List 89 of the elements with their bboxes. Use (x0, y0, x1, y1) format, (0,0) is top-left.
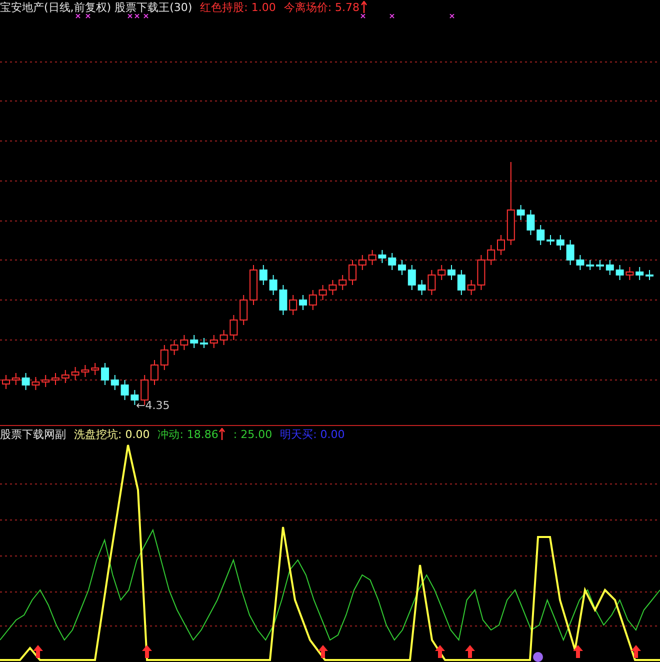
candlestick (180, 334, 188, 350)
cross-marker-icon (76, 14, 80, 18)
candlestick (279, 284, 288, 316)
candlestick (250, 264, 258, 306)
candlestick (12, 372, 20, 386)
candlestick (200, 338, 208, 348)
candlestick (259, 264, 268, 286)
candlestick (110, 374, 119, 390)
candlestick (636, 266, 644, 280)
up-arrow-icon (142, 645, 152, 658)
candlestick (457, 270, 466, 296)
chart-title: 宝安地产(日线,前复权) 股票下载王(30) (0, 0, 192, 14)
candlestick (526, 210, 535, 236)
candlestick (81, 364, 90, 378)
indicator-title: 股票下载网副 (0, 428, 66, 440)
candlestick (338, 274, 347, 290)
indicator-value: 明天买: 0.00 (280, 428, 345, 440)
candlestick (210, 334, 218, 348)
cross-marker-icon (144, 14, 148, 18)
candlestick (566, 240, 574, 266)
candlestick (418, 280, 426, 296)
candlestick (150, 360, 158, 386)
candlestick (646, 270, 654, 280)
candlestick (556, 234, 564, 250)
candlestick (626, 266, 634, 280)
candlestick (328, 280, 337, 296)
candlestick (546, 234, 554, 246)
candlestick (308, 290, 317, 310)
candlestick (220, 330, 228, 346)
candlestick (467, 280, 476, 296)
candlestick (398, 260, 406, 276)
candlestick (378, 250, 386, 264)
up-arrow-icon (631, 645, 641, 658)
candlestick (438, 264, 446, 280)
cross-marker-icon (360, 14, 366, 18)
candlestick (230, 314, 238, 340)
cross-marker-icon (450, 14, 454, 18)
candlestick (61, 370, 70, 384)
candlestick (428, 270, 436, 296)
candlestick (289, 294, 298, 316)
indicator-value: 今离场价: 5.78 (284, 0, 367, 14)
candlestick (42, 374, 50, 388)
candlestick (269, 274, 278, 296)
up-arrow-icon (33, 645, 43, 658)
indicator-value: 洗盘挖坑: 0.00 (74, 428, 150, 440)
candlestick (477, 254, 486, 290)
cross-marker-icon (390, 14, 394, 18)
candlestick (368, 250, 376, 266)
candlestick (160, 344, 168, 370)
candlestick (388, 252, 396, 270)
candlestick (22, 372, 30, 390)
up-arrow-icon (465, 645, 475, 658)
up-arrow-icon (573, 645, 583, 658)
candlestick (358, 254, 366, 270)
candlestick (170, 340, 178, 356)
candlestick (120, 380, 129, 400)
candlestick (497, 234, 505, 256)
up-arrow-icon (360, 1, 367, 13)
candlestick (52, 372, 60, 386)
candlestick (91, 362, 100, 376)
candlestick (536, 224, 545, 246)
candlestick (101, 362, 109, 386)
candlestick (576, 254, 584, 270)
cross-marker-icon (134, 14, 140, 18)
indicator-value: : 25.00 (233, 428, 272, 440)
indicator-value: 红色持股: 1.00 (200, 0, 276, 14)
candlestick (448, 264, 456, 280)
candlestick (71, 366, 80, 380)
candlestick (190, 334, 198, 348)
candlestick (616, 264, 624, 280)
candlestick (240, 294, 248, 326)
up-arrow-icon (219, 428, 226, 440)
candlestick (586, 260, 594, 270)
low-price-label: ←4.35 (136, 399, 170, 412)
candlestick (299, 294, 307, 310)
candlestick (32, 376, 40, 390)
candlestick (348, 260, 356, 286)
cross-marker-icon (86, 14, 90, 18)
candlestick (606, 260, 614, 276)
candlestick (596, 260, 604, 270)
candlestick (408, 264, 416, 290)
candlestick (318, 284, 327, 300)
dot-icon (533, 652, 543, 662)
up-arrow-icon (435, 645, 445, 658)
cross-marker-icon (128, 14, 132, 18)
indicator-value: 冲动: 18.86 (158, 428, 226, 440)
up-arrow-icon (318, 645, 328, 658)
candlestick (516, 204, 525, 220)
candlestick (487, 244, 496, 266)
